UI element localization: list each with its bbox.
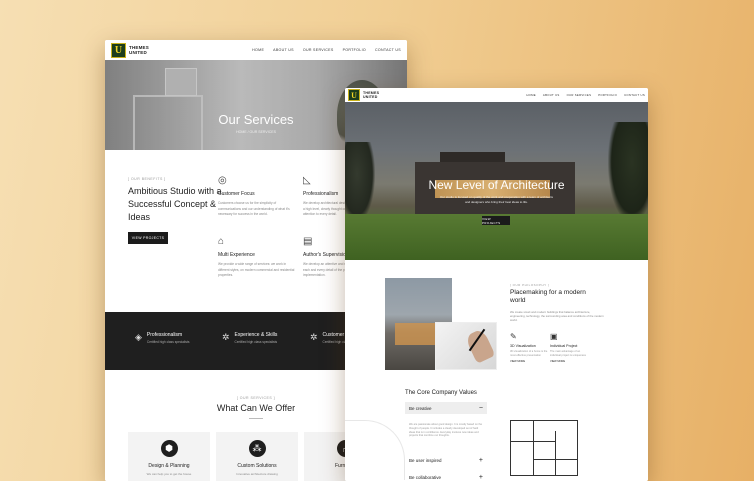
hero-tree-image	[608, 122, 648, 222]
home-hero: New Level of Architecture Our studio is …	[345, 102, 648, 260]
philosophy-eyebrow: [ OUR PHILOSOPHY ]	[510, 283, 550, 287]
view-projects-button[interactable]: VIEW PROJECTS	[128, 232, 168, 244]
logo-mark: U	[348, 89, 360, 101]
accordion-label: Be user inspired	[409, 457, 442, 463]
logo-text: THEMES UNITED	[363, 91, 380, 99]
navbar: U THEMES UNITED HOME ABOUT US OUR SERVIC…	[105, 40, 407, 60]
feature-multi-experience: ⌂ Multi Experience We provide a wide ran…	[218, 236, 298, 279]
plus-icon: +	[478, 473, 483, 481]
philosophy-desc: We create smart and modern buildings tha…	[510, 310, 604, 323]
main-menu: HOME ABOUT US OUR SERVICES PORTFOLIO CON…	[526, 93, 645, 97]
navbar: U THEMES UNITED HOME ABOUT US OUR SERVIC…	[345, 88, 648, 102]
feature-desc: 3D visualization of a home is the most e…	[510, 350, 548, 357]
service-title: Custom Solutions	[237, 463, 277, 469]
feature-title: Multi Experience	[218, 252, 255, 258]
triangle-ruler-icon: ◺	[303, 175, 311, 186]
globe-icon: ◎	[218, 175, 227, 186]
view-projects-button[interactable]: VIEW PROJECTS	[482, 216, 510, 225]
menu-item-about[interactable]: ABOUT US	[273, 48, 294, 52]
philosophy-section: [ OUR PHILOSOPHY ] Placemaking for a mod…	[345, 260, 648, 380]
house-icon: ⌂	[218, 236, 225, 247]
feature-title: Individual Project	[550, 344, 578, 348]
hero-subtitle: Our studio is focused on quality of the …	[440, 195, 553, 204]
highlight-professionalism: ◈ Professionalism Certified high class s…	[135, 332, 189, 344]
accordion-be-creative[interactable]: Be creative −	[405, 402, 487, 414]
gear-icon: ✲	[222, 332, 230, 342]
menu-item-services[interactable]: OUR SERVICES	[303, 48, 334, 52]
divider	[249, 418, 263, 419]
accordion-be-user-inspired[interactable]: Be user inspired +	[405, 454, 487, 466]
network-icon: ⁂	[248, 440, 266, 457]
home-page-preview: U THEMES UNITED HOME ABOUT US OUR SERVIC…	[345, 88, 648, 481]
service-desc: Innovative architecture drawing	[236, 472, 278, 476]
service-card-design[interactable]: ⬢ Design & Planning We can help you to g…	[128, 432, 210, 481]
service-card-custom[interactable]: ⁂ Custom Solutions Innovative architectu…	[216, 432, 298, 481]
logo[interactable]: U THEMES UNITED	[348, 89, 379, 101]
philosophy-heading: Placemaking for a modern world	[510, 289, 586, 304]
feature-title: Customer Focus	[218, 191, 255, 197]
diamond-icon: ◈	[135, 332, 142, 342]
accordion-content: We are passionate about good design. It …	[409, 423, 483, 438]
blueprint-icon: ▤	[303, 236, 313, 247]
benefits-heading: Ambitious Studio with a Successful Conce…	[128, 186, 222, 222]
feature-individual-project: ▣ Individual Project The main advantage …	[550, 332, 590, 363]
logo-mark: U	[111, 42, 126, 58]
highlight-title: Experience & Skills	[234, 332, 278, 338]
minus-icon: −	[478, 404, 483, 412]
main-menu: HOME ABOUT US OUR SERVICES PORTFOLIO CON…	[252, 48, 401, 52]
values-section: The Core Company Values Be creative − We…	[345, 380, 648, 481]
values-heading: The Core Company Values	[405, 390, 477, 396]
view-more-link[interactable]: VIEW MORE	[550, 360, 590, 363]
feature-desc: The main advantage of an individual proj…	[550, 350, 586, 357]
logo[interactable]: U THEMES UNITED	[111, 42, 149, 58]
menu-item-about[interactable]: ABOUT US	[543, 93, 560, 97]
cube-icon: ⬢	[160, 440, 178, 457]
highlight-experience: ✲ Experience & Skills Certified high cla…	[222, 332, 277, 344]
menu-item-home[interactable]: HOME	[526, 93, 536, 97]
floor-plan-image	[510, 420, 578, 476]
menu-item-portfolio[interactable]: PORTFOLIO	[598, 93, 617, 97]
accordion-be-collaborative[interactable]: Be collaborative +	[405, 471, 487, 481]
menu-item-home[interactable]: HOME	[252, 48, 264, 52]
feature-title: 3D Visualization	[510, 344, 536, 348]
highlight-desc: Certified high class specialists	[234, 340, 278, 344]
menu-item-services[interactable]: OUR SERVICES	[567, 93, 592, 97]
sketch-decoration	[345, 420, 405, 480]
feature-3d-visualization: ✎ 3D Visualization 3D visualization of a…	[510, 332, 550, 363]
service-title: Design & Planning	[148, 463, 190, 469]
logo-text: THEMES UNITED	[129, 45, 149, 55]
view-more-link[interactable]: VIEW MORE	[510, 360, 550, 363]
highlight-desc: Certified high class specialists	[146, 340, 190, 344]
drawing-photo	[435, 322, 497, 370]
blueprint-icon: ▣	[550, 332, 558, 341]
house-windows	[395, 323, 440, 345]
pen-tool-icon: ✎	[510, 332, 517, 341]
feature-customer-focus: ◎ Customer Focus Customers choose us for…	[218, 175, 298, 218]
benefits-eyebrow: [ OUR BENEFITS ]	[128, 177, 166, 181]
feature-desc: We provide a wide range of services: we …	[218, 262, 295, 277]
feature-desc: Customers choose us for the simplicity o…	[218, 201, 290, 216]
service-desc: We can help you to get the house	[146, 472, 192, 476]
hero-title: New Level of Architecture	[428, 178, 565, 192]
accordion-label: Be collaborative	[409, 474, 442, 480]
gear-icon: ✲	[310, 332, 318, 342]
menu-item-contact[interactable]: CONTACT US	[624, 93, 645, 97]
accordion-label: Be creative	[409, 405, 432, 411]
menu-item-portfolio[interactable]: PORTFOLIO	[343, 48, 366, 52]
highlight-title: Professionalism	[146, 332, 183, 338]
plus-icon: +	[478, 456, 483, 464]
menu-item-contact[interactable]: CONTACT US	[375, 48, 401, 52]
